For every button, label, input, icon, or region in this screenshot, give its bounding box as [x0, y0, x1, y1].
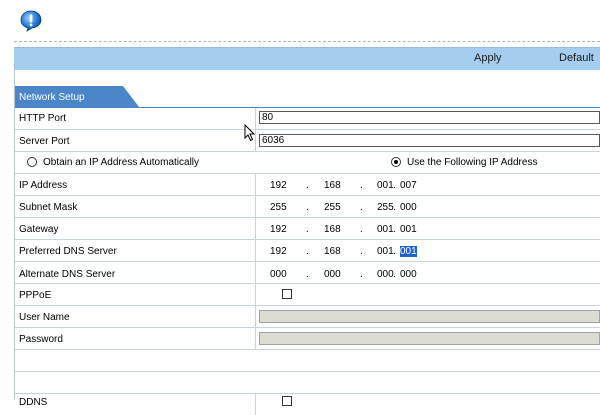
spacer-row	[15, 350, 600, 372]
octet-separator: .	[306, 246, 309, 257]
octet-separator: .	[393, 269, 396, 280]
octet-separator: .	[393, 246, 396, 257]
row-divider	[255, 284, 256, 305]
ip-octet[interactable]: 000	[324, 269, 341, 280]
gateway-label: Gateway	[19, 224, 59, 235]
ip-octet[interactable]: 000	[270, 269, 287, 280]
use-following-ip-label: Use the Following IP Address	[407, 157, 538, 168]
ip-octet[interactable]: 001	[377, 224, 394, 235]
octet-separator: .	[360, 224, 363, 235]
ip-octet[interactable]: 001	[400, 224, 417, 235]
info-exclamation-icon	[20, 10, 42, 32]
action-toolbar: Apply Default	[14, 47, 600, 70]
ddns-row: DDNS	[15, 394, 600, 415]
subnet-mask-label: Subnet Mask	[19, 202, 78, 213]
user-name-input[interactable]	[259, 310, 600, 323]
obtain-ip-automatically-radio[interactable]	[27, 157, 37, 167]
ip-octet[interactable]: 168	[324, 180, 341, 191]
ip-octet[interactable]: 001	[377, 180, 394, 191]
row-divider	[255, 240, 256, 261]
octet-separator: .	[306, 269, 309, 280]
ip-octet[interactable]: 000	[377, 269, 394, 280]
server-port-input[interactable]	[259, 134, 600, 147]
password-row: Password	[15, 328, 600, 350]
tab-bar: Network Setup	[15, 86, 600, 108]
octet-separator: .	[393, 224, 396, 235]
octet-separator: .	[360, 202, 363, 213]
octet-separator: .	[360, 246, 363, 257]
ip-address-label: IP Address	[19, 180, 68, 191]
password-input[interactable]	[259, 332, 600, 345]
preferred-dns-row: Preferred DNS Server 192 . 168 . 001 . 0…	[15, 240, 600, 262]
octet-separator: .	[393, 202, 396, 213]
password-label: Password	[19, 334, 63, 345]
ddns-checkbox[interactable]	[282, 396, 292, 406]
user-name-label: User Name	[19, 312, 70, 323]
octet-separator: .	[306, 202, 309, 213]
octet-separator: .	[306, 224, 309, 235]
ip-octet[interactable]: 192	[270, 224, 287, 235]
row-divider	[255, 394, 256, 415]
tab-network-setup-label: Network Setup	[19, 92, 85, 103]
row-divider	[255, 196, 256, 217]
octet-separator: .	[360, 180, 363, 191]
server-port-row: Server Port	[15, 130, 600, 152]
octet-separator: .	[393, 180, 396, 191]
ip-mode-row: Obtain an IP Address Automatically Use t…	[15, 152, 600, 174]
http-port-input[interactable]	[259, 111, 600, 124]
page-header	[0, 0, 600, 46]
spacer-row	[15, 372, 600, 394]
ip-octet[interactable]: 255	[377, 202, 394, 213]
apply-button[interactable]: Apply	[474, 52, 502, 64]
ip-address-row: IP Address 192 . 168 . 001 . 007	[15, 174, 600, 196]
ip-octet[interactable]: 000	[400, 269, 417, 280]
http-port-label: HTTP Port	[19, 113, 67, 124]
ip-octet[interactable]: 168	[324, 224, 341, 235]
alternate-dns-row: Alternate DNS Server 000 . 000 . 000 . 0…	[15, 262, 600, 284]
ddns-label: DDNS	[19, 397, 48, 408]
mouse-pointer-icon	[244, 124, 256, 142]
ip-octet[interactable]: 168	[324, 246, 341, 257]
ip-octet-selected[interactable]: 001	[400, 246, 417, 257]
header-divider	[14, 41, 600, 42]
pppoe-label: PPPoE	[19, 290, 52, 301]
ip-octet[interactable]: 007	[400, 180, 417, 191]
pppoe-checkbox[interactable]	[282, 289, 292, 299]
ip-octet[interactable]: 001	[377, 246, 394, 257]
preferred-dns-label: Preferred DNS Server	[19, 246, 117, 257]
row-divider	[255, 218, 256, 239]
gateway-row: Gateway 192 . 168 . 001 . 001	[15, 218, 600, 240]
default-button[interactable]: Default	[559, 52, 594, 64]
row-divider	[255, 174, 256, 195]
ip-octet[interactable]: 192	[270, 180, 287, 191]
ip-octet[interactable]: 255	[270, 202, 287, 213]
pppoe-row: PPPoE	[15, 284, 600, 306]
server-port-label: Server Port	[19, 136, 70, 147]
ip-octet[interactable]: 192	[270, 246, 287, 257]
use-following-ip-radio[interactable]	[391, 157, 401, 167]
ip-octet[interactable]: 255	[324, 202, 341, 213]
ip-octet[interactable]: 000	[400, 202, 417, 213]
octet-separator: .	[306, 180, 309, 191]
alternate-dns-label: Alternate DNS Server	[19, 269, 116, 280]
subnet-mask-row: Subnet Mask 255 . 255 . 255 . 000	[15, 196, 600, 218]
row-divider	[255, 328, 256, 349]
row-divider	[255, 262, 256, 283]
row-divider	[255, 306, 256, 327]
user-name-row: User Name	[15, 306, 600, 328]
http-port-row: HTTP Port	[15, 108, 600, 130]
octet-separator: .	[360, 269, 363, 280]
obtain-ip-automatically-label: Obtain an IP Address Automatically	[43, 157, 200, 168]
